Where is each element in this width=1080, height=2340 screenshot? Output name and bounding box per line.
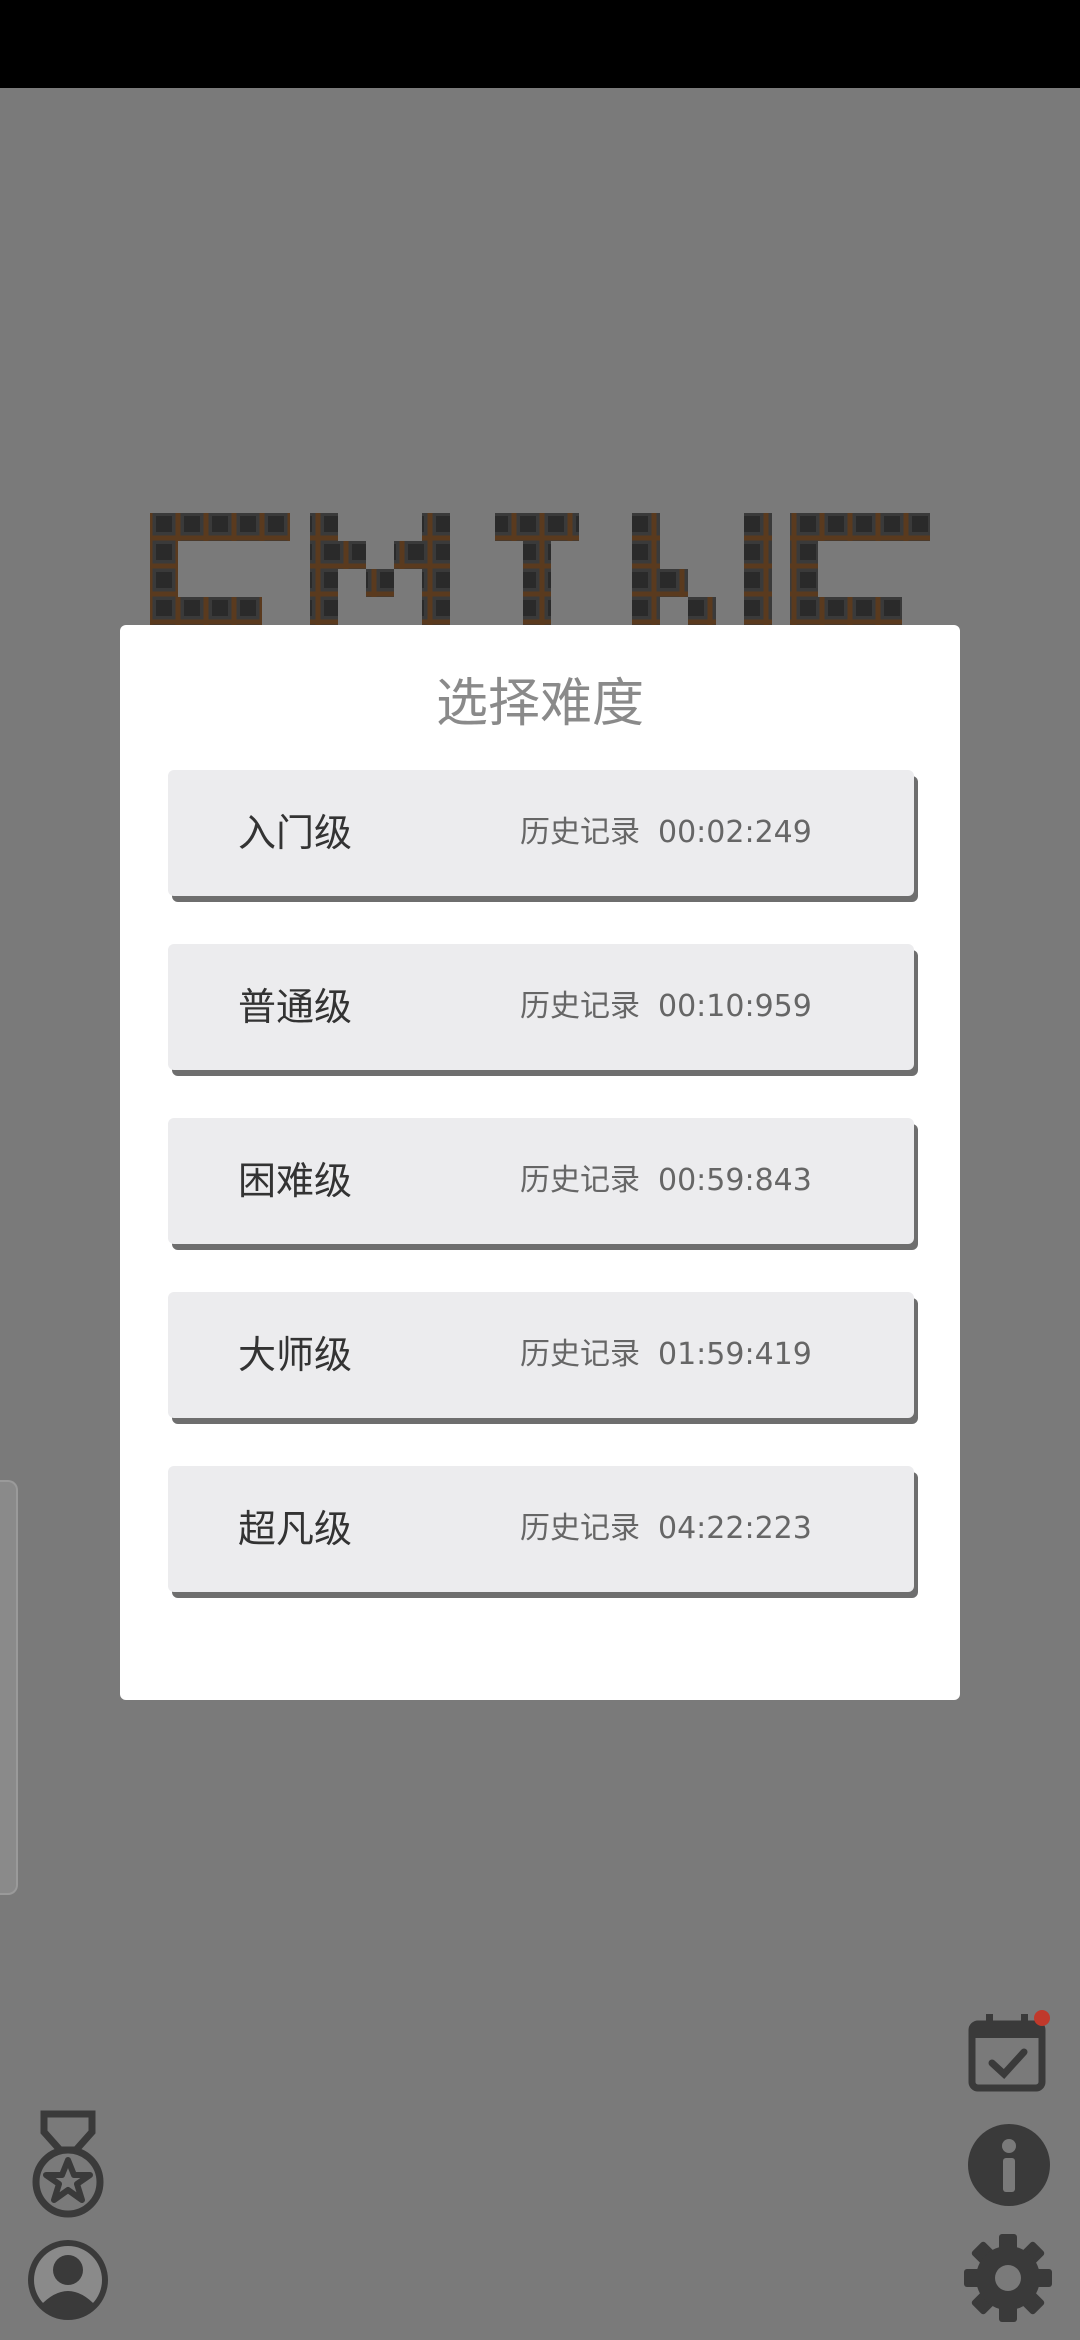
level-button-beginner[interactable]: 入门级 历史记录 00:02:249	[168, 770, 914, 896]
record-time: 01:59:419	[658, 1337, 812, 1372]
gear-icon	[964, 2234, 1052, 2322]
achievements-button[interactable]	[30, 2110, 106, 2220]
calendar-check-icon	[968, 2010, 1050, 2092]
record-time: 00:10:959	[658, 989, 812, 1024]
record-label: 历史记录	[520, 1511, 640, 1546]
info-button[interactable]	[966, 2122, 1052, 2208]
level-name: 超凡级	[238, 1507, 353, 1551]
settings-button[interactable]	[962, 2232, 1054, 2324]
game-logo	[150, 513, 930, 630]
level-name: 普通级	[238, 985, 353, 1029]
difficulty-dialog: 选择难度 入门级 历史记录 00:02:249 普通级 历史记录 00:10:9…	[120, 625, 960, 1700]
record-time: 00:02:249	[658, 815, 812, 850]
record-label: 历史记录	[520, 815, 640, 850]
profile-button[interactable]	[24, 2236, 112, 2324]
level-name: 大师级	[238, 1333, 353, 1377]
record-label: 历史记录	[520, 1163, 640, 1198]
level-button-master[interactable]: 大师级 历史记录 01:59:419	[168, 1292, 914, 1418]
record-label: 历史记录	[520, 1337, 640, 1372]
level-button-hard[interactable]: 困难级 历史记录 00:59:843	[168, 1118, 914, 1244]
record-label: 历史记录	[520, 989, 640, 1024]
level-name: 困难级	[238, 1159, 353, 1203]
status-bar	[0, 0, 1080, 88]
info-icon	[968, 2124, 1050, 2206]
daily-challenge-button[interactable]	[966, 2008, 1052, 2098]
dialog-title: 选择难度	[435, 674, 644, 734]
level-button-extraordinary[interactable]: 超凡级 历史记录 04:22:223	[168, 1466, 914, 1592]
level-button-normal[interactable]: 普通级 历史记录 00:10:959	[168, 944, 914, 1070]
record-time: 04:22:223	[658, 1511, 812, 1546]
record-time: 00:59:843	[658, 1163, 812, 1198]
medal-star-icon	[32, 2110, 104, 2218]
notification-dot	[1034, 2010, 1050, 2026]
user-avatar-icon	[28, 2240, 108, 2320]
side-drawer-handle[interactable]	[0, 1480, 18, 1895]
level-name: 入门级	[238, 811, 353, 855]
